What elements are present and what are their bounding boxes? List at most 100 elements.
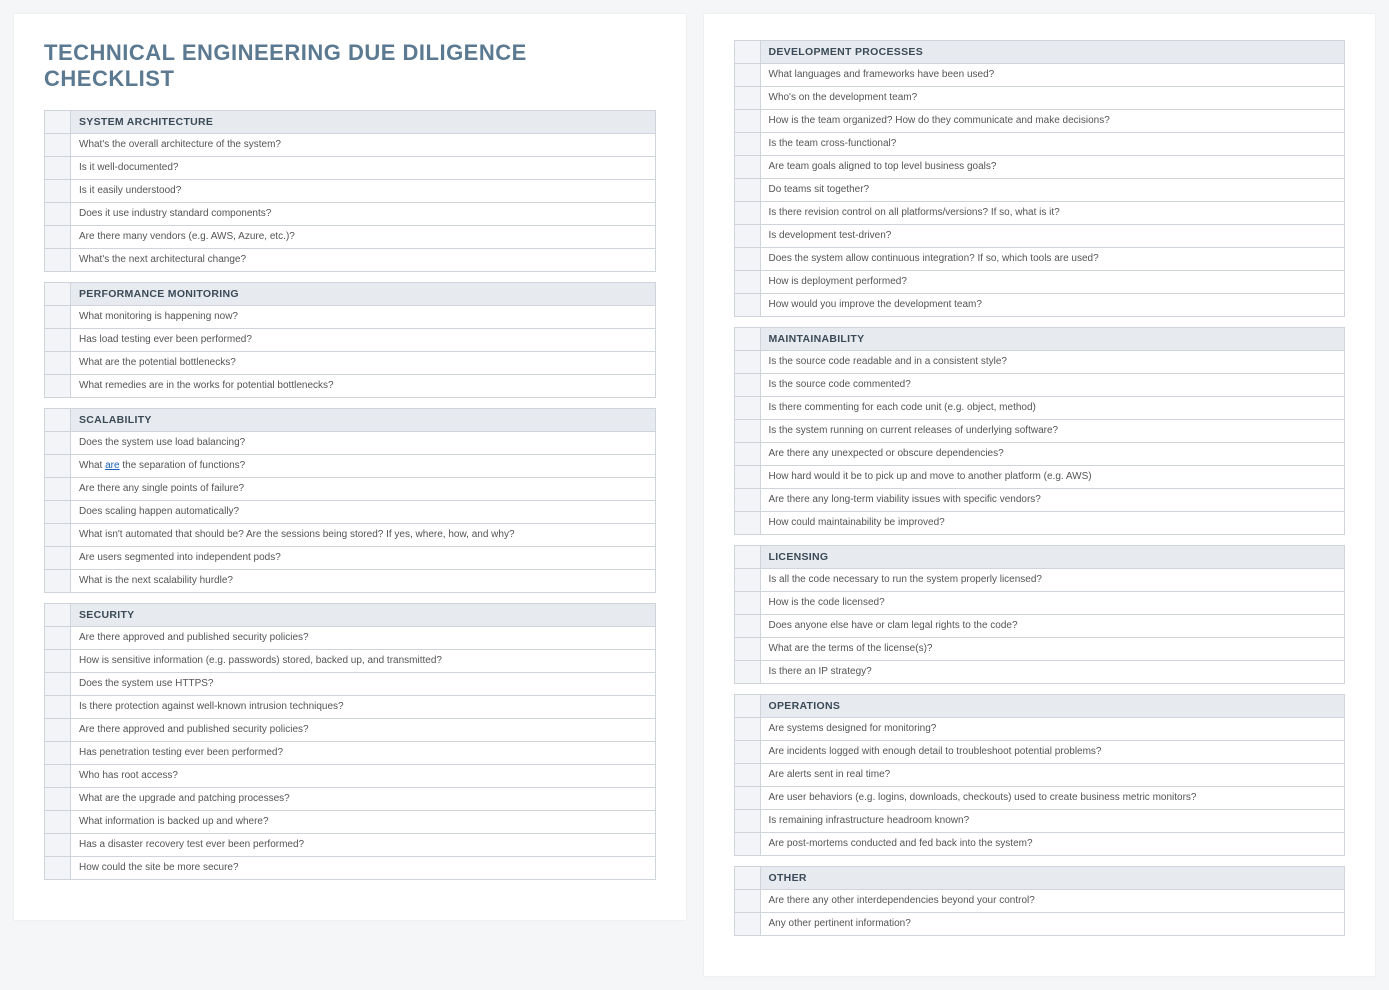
question-cell: Is the team cross-functional? [760,133,1345,156]
question-cell: Are systems designed for monitoring? [760,718,1345,741]
checkbox-cell[interactable] [734,546,760,569]
checkbox-cell[interactable] [734,156,760,179]
checkbox-cell[interactable] [45,719,71,742]
checkbox-cell[interactable] [45,283,71,306]
checkbox-cell[interactable] [734,443,760,466]
checklist-row: How could the site be more secure? [45,857,656,880]
checkbox-cell[interactable] [734,890,760,913]
checkbox-cell[interactable] [45,673,71,696]
checkbox-cell[interactable] [734,374,760,397]
checkbox-cell[interactable] [45,226,71,249]
question-cell: Is development test-driven? [760,225,1345,248]
checkbox-cell[interactable] [734,833,760,856]
question-cell: How would you improve the development te… [760,294,1345,317]
checkbox-cell[interactable] [734,615,760,638]
question-cell: Do teams sit together? [760,179,1345,202]
question-cell: Is there revision control on all platfor… [760,202,1345,225]
question-cell: Has load testing ever been performed? [71,329,656,352]
checklist-row: Are there any long-term viability issues… [734,489,1345,512]
checklist-row: What isn't automated that should be? Are… [45,524,656,547]
checkbox-cell[interactable] [45,547,71,570]
checkbox-cell[interactable] [734,569,760,592]
question-cell: Are users segmented into independent pod… [71,547,656,570]
question-cell: Is the source code commented? [760,374,1345,397]
checkbox-cell[interactable] [734,133,760,156]
checkbox-cell[interactable] [734,110,760,133]
section-header: DEVELOPMENT PROCESSES [760,41,1345,64]
checkbox-cell[interactable] [45,111,71,134]
checklist-row: What monitoring is happening now? [45,306,656,329]
checkbox-cell[interactable] [45,834,71,857]
checkbox-cell[interactable] [45,134,71,157]
checklist-row: Is development test-driven? [734,225,1345,248]
checklist-row: Is the system running on current release… [734,420,1345,443]
checkbox-cell[interactable] [45,811,71,834]
checklist-section: OTHERAre there any other interdependenci… [734,866,1346,936]
checkbox-cell[interactable] [45,501,71,524]
checklist-row: Is the source code readable and in a con… [734,351,1345,374]
checkbox-cell[interactable] [45,524,71,547]
checkbox-cell[interactable] [734,718,760,741]
checkbox-cell[interactable] [45,329,71,352]
checklist-row: Do teams sit together? [734,179,1345,202]
checkbox-cell[interactable] [734,397,760,420]
checkbox-cell[interactable] [734,87,760,110]
question-cell: Has a disaster recovery test ever been p… [71,834,656,857]
checkbox-cell[interactable] [734,764,760,787]
checkbox-cell[interactable] [734,913,760,936]
checkbox-cell[interactable] [734,661,760,684]
checkbox-cell[interactable] [45,478,71,501]
checkbox-cell[interactable] [734,294,760,317]
checkbox-cell[interactable] [734,64,760,87]
question-cell: Are there approved and published securit… [71,719,656,742]
checkbox-cell[interactable] [734,351,760,374]
checkbox-cell[interactable] [734,867,760,890]
checkbox-cell[interactable] [734,741,760,764]
checklist-row: How is deployment performed? [734,271,1345,294]
checkbox-cell[interactable] [45,352,71,375]
checklist-row: How could maintainability be improved? [734,512,1345,535]
checkbox-cell[interactable] [45,157,71,180]
checkbox-cell[interactable] [734,420,760,443]
checkbox-cell[interactable] [734,489,760,512]
checkbox-cell[interactable] [45,375,71,398]
question-cell: Does the system use HTTPS? [71,673,656,696]
checkbox-cell[interactable] [45,857,71,880]
checkbox-cell[interactable] [734,271,760,294]
checkbox-cell[interactable] [734,41,760,64]
checkbox-cell[interactable] [45,203,71,226]
checkbox-cell[interactable] [734,328,760,351]
checkbox-cell[interactable] [734,810,760,833]
checkbox-cell[interactable] [45,570,71,593]
checkbox-cell[interactable] [734,592,760,615]
checkbox-cell[interactable] [45,742,71,765]
checkbox-cell[interactable] [45,627,71,650]
question-cell: Is it easily understood? [71,180,656,203]
checklist-row: Are there any other interdependencies be… [734,890,1345,913]
checkbox-cell[interactable] [45,432,71,455]
checkbox-cell[interactable] [734,512,760,535]
checkbox-cell[interactable] [45,306,71,329]
checkbox-cell[interactable] [45,249,71,272]
checkbox-cell[interactable] [734,787,760,810]
question-cell: Are there many vendors (e.g. AWS, Azure,… [71,226,656,249]
checkbox-cell[interactable] [734,466,760,489]
checkbox-cell[interactable] [734,695,760,718]
question-cell: Is there commenting for each code unit (… [760,397,1345,420]
checkbox-cell[interactable] [45,650,71,673]
checkbox-cell[interactable] [734,248,760,271]
checklist-row: What are the potential bottlenecks? [45,352,656,375]
checkbox-cell[interactable] [45,765,71,788]
checkbox-cell[interactable] [734,638,760,661]
checkbox-cell[interactable] [45,788,71,811]
checkbox-cell[interactable] [734,202,760,225]
checkbox-cell[interactable] [45,696,71,719]
checkbox-cell[interactable] [45,180,71,203]
checkbox-cell[interactable] [734,225,760,248]
checkbox-cell[interactable] [45,604,71,627]
checkbox-cell[interactable] [734,179,760,202]
checkbox-cell[interactable] [45,409,71,432]
checkbox-cell[interactable] [45,455,71,478]
question-cell: Who's on the development team? [760,87,1345,110]
question-cell: Is remaining infrastructure headroom kno… [760,810,1345,833]
